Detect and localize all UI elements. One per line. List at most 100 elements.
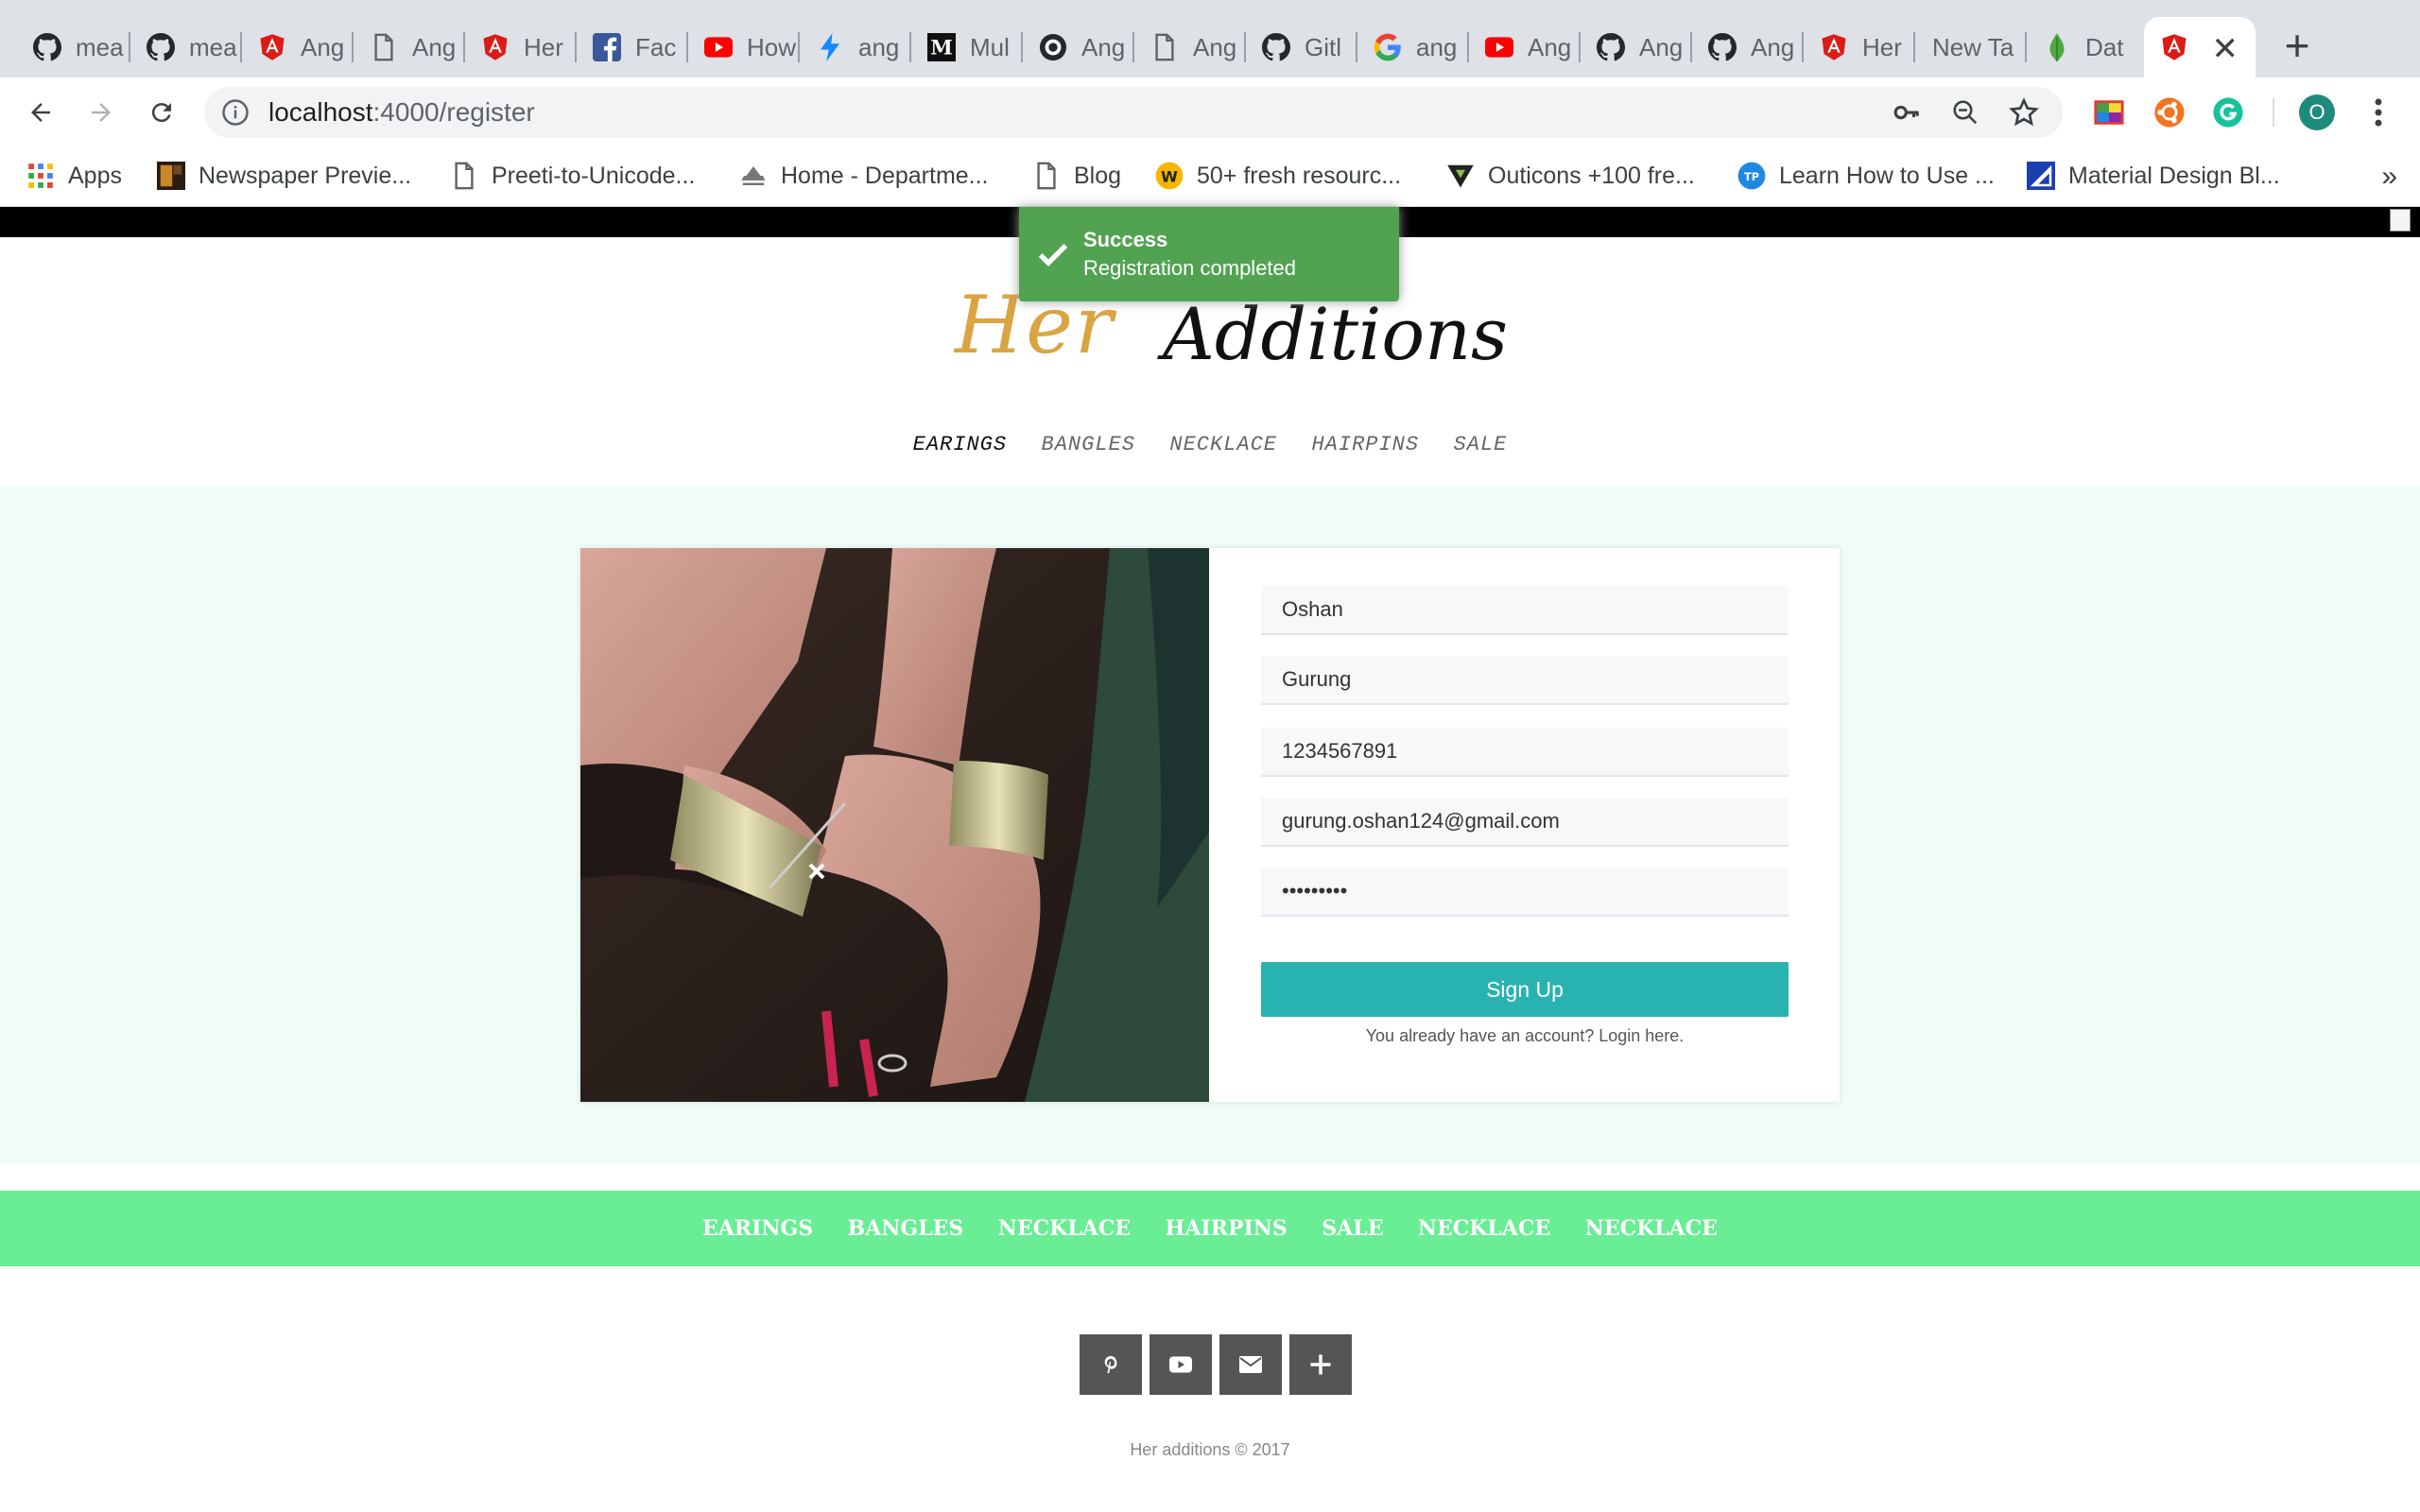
bookmark-blog[interactable]: Blog [1032, 159, 1121, 193]
github-icon [1596, 32, 1626, 62]
browser-tab[interactable]: Ang [1581, 17, 1692, 77]
medium-icon: M [926, 32, 957, 62]
browser-tab[interactable]: ang [1357, 17, 1469, 77]
tab-label: Dat [2085, 32, 2124, 61]
tab-label: Mul [970, 32, 1010, 61]
reload-button[interactable] [140, 91, 183, 134]
browser-tab[interactable]: Ang [1134, 17, 1246, 77]
footer-nav-necklace[interactable]: NECKLACE [1418, 1216, 1550, 1241]
angular-icon [257, 32, 287, 62]
bookmark-label: Newspaper Previe... [199, 162, 412, 189]
browser-tab[interactable]: Her [1804, 17, 1915, 77]
footer-nav-hairpins[interactable]: HAIRPINS [1166, 1216, 1288, 1241]
plus-icon [1310, 1354, 1331, 1375]
browser-tab[interactable]: Ang [354, 17, 465, 77]
forward-button[interactable] [79, 91, 123, 134]
bookmark-label: Learn How to Use ... [1779, 162, 1995, 189]
bookmark-outicons[interactable]: Outicons +100 fre... [1446, 159, 1695, 193]
email-input[interactable] [1261, 798, 1789, 845]
url-text[interactable]: localhost:4000/register [268, 97, 535, 128]
browser-tab[interactable]: How [688, 17, 800, 77]
bookmark-fresh-resources[interactable]: W 50+ fresh resourc... [1155, 159, 1401, 193]
first-name-input[interactable] [1261, 586, 1789, 633]
newspaper-icon [157, 162, 185, 190]
profile-avatar[interactable]: O [2299, 94, 2335, 130]
register-card: Sign Up You already have an account? Log… [580, 548, 1840, 1102]
footer-nav-sale[interactable]: SALE [1322, 1216, 1383, 1241]
github-icon [146, 32, 176, 62]
tab-label: ang [858, 32, 900, 61]
key-icon[interactable] [1891, 96, 1923, 129]
back-button[interactable] [19, 91, 62, 134]
browser-tab[interactable]: Her [465, 17, 577, 77]
nav-necklace[interactable]: NECKLACE [1169, 433, 1277, 456]
browser-tab[interactable]: New Ta [1915, 17, 2027, 77]
nav-bangles[interactable]: BANGLES [1042, 433, 1135, 456]
grammarly-icon[interactable] [2212, 96, 2244, 129]
zoom-icon[interactable] [1949, 96, 1981, 129]
password-input[interactable] [1261, 868, 1789, 915]
browser-tab[interactable]: Fac [577, 17, 688, 77]
browser-tab[interactable]: mea [17, 17, 130, 77]
bookmark-preeti[interactable]: Preeti-to-Unicode... [450, 159, 695, 193]
ubuntu-icon[interactable] [2153, 96, 2186, 129]
bookmark-apps[interactable]: Apps [26, 159, 122, 193]
login-link[interactable]: You already have an account? Login here. [1261, 1026, 1789, 1046]
close-icon[interactable]: ✕ [2212, 30, 2239, 68]
star-icon[interactable] [2008, 96, 2040, 129]
youtube-icon [1169, 1356, 1192, 1373]
url-host: localhost [268, 97, 373, 127]
browser-tab[interactable]: Ang [1023, 17, 1134, 77]
bookmark-learn-how[interactable]: TP Learn How to Use ... [1737, 159, 1995, 193]
browser-tab[interactable]: Ang [1692, 17, 1804, 77]
nav-hairpins[interactable]: HAIRPINS [1311, 433, 1419, 456]
bookmarks-overflow-button[interactable]: » [2381, 161, 2397, 193]
tab-label: New Ta [1932, 32, 2014, 61]
last-name-input[interactable] [1261, 656, 1789, 703]
browser-tab[interactable]: M Mul [911, 17, 1023, 77]
browser-tab[interactable]: mea [130, 17, 242, 77]
menu-icon[interactable] [2369, 94, 2388, 130]
extension-icon[interactable] [2093, 96, 2125, 129]
footer-nav-bangles[interactable]: BANGLES [848, 1216, 964, 1241]
success-toast[interactable]: Success Registration completed [1019, 207, 1399, 301]
bookmark-material-design[interactable]: Material Design Bl... [2027, 159, 2280, 193]
footer-nav-necklace[interactable]: NECKLACE [998, 1216, 1131, 1241]
sign-up-button[interactable]: Sign Up [1261, 962, 1789, 1017]
broken-image-icon [2390, 209, 2411, 232]
address-bar[interactable]: localhost:4000/register [204, 87, 2063, 138]
mail-button[interactable] [1219, 1334, 1282, 1395]
browser-tab-active[interactable]: ✕ [2144, 17, 2256, 77]
nav-sale[interactable]: SALE [1454, 433, 1508, 456]
toast-message: Registration completed [1083, 256, 1297, 280]
url-path: :4000/register [372, 97, 535, 127]
youtube-button[interactable] [1150, 1334, 1212, 1395]
browser-tab[interactable]: Gitl [1246, 17, 1357, 77]
new-tab-button[interactable]: + [2278, 24, 2316, 70]
pinterest-icon [1104, 1355, 1117, 1374]
phone-input[interactable] [1261, 728, 1789, 775]
mail-icon [1239, 1356, 1262, 1373]
tp-icon: TP [1737, 162, 1766, 190]
info-icon [222, 99, 249, 126]
footer-nav-earings[interactable]: EARINGS [702, 1216, 813, 1241]
tab-label: Ang [1081, 32, 1126, 61]
browser-tab[interactable]: Ang [242, 17, 354, 77]
page-icon [450, 162, 478, 190]
bookmark-department[interactable]: Home - Departme... [739, 159, 989, 193]
google-icon [1373, 32, 1403, 62]
browser-tab[interactable]: Dat [2027, 17, 2138, 77]
footer-nav-necklace[interactable]: NECKLACE [1585, 1216, 1718, 1241]
browser-tab[interactable]: Ang [1469, 17, 1581, 77]
angular-icon [1819, 32, 1849, 62]
tab-label: mea [189, 32, 237, 61]
bookmark-newspaper[interactable]: Newspaper Previe... [157, 159, 411, 193]
pinterest-button[interactable] [1080, 1334, 1142, 1395]
browser-tab[interactable]: ang [800, 17, 911, 77]
bookmarks-bar: Apps Newspaper Previe... Preeti-to-Unico… [0, 147, 2420, 207]
more-button[interactable] [1289, 1334, 1352, 1395]
emblem-icon [739, 162, 768, 190]
angular-icon [2159, 32, 2189, 62]
nav-earings[interactable]: EARINGS [913, 433, 1007, 456]
github-icon [1261, 32, 1291, 62]
